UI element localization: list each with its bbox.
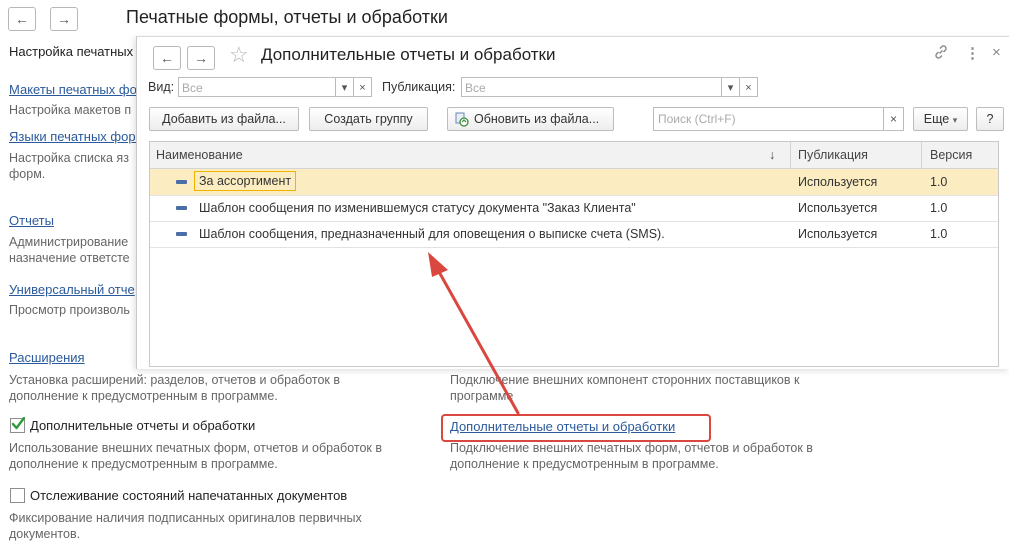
annotation-arrow-icon xyxy=(428,252,520,415)
